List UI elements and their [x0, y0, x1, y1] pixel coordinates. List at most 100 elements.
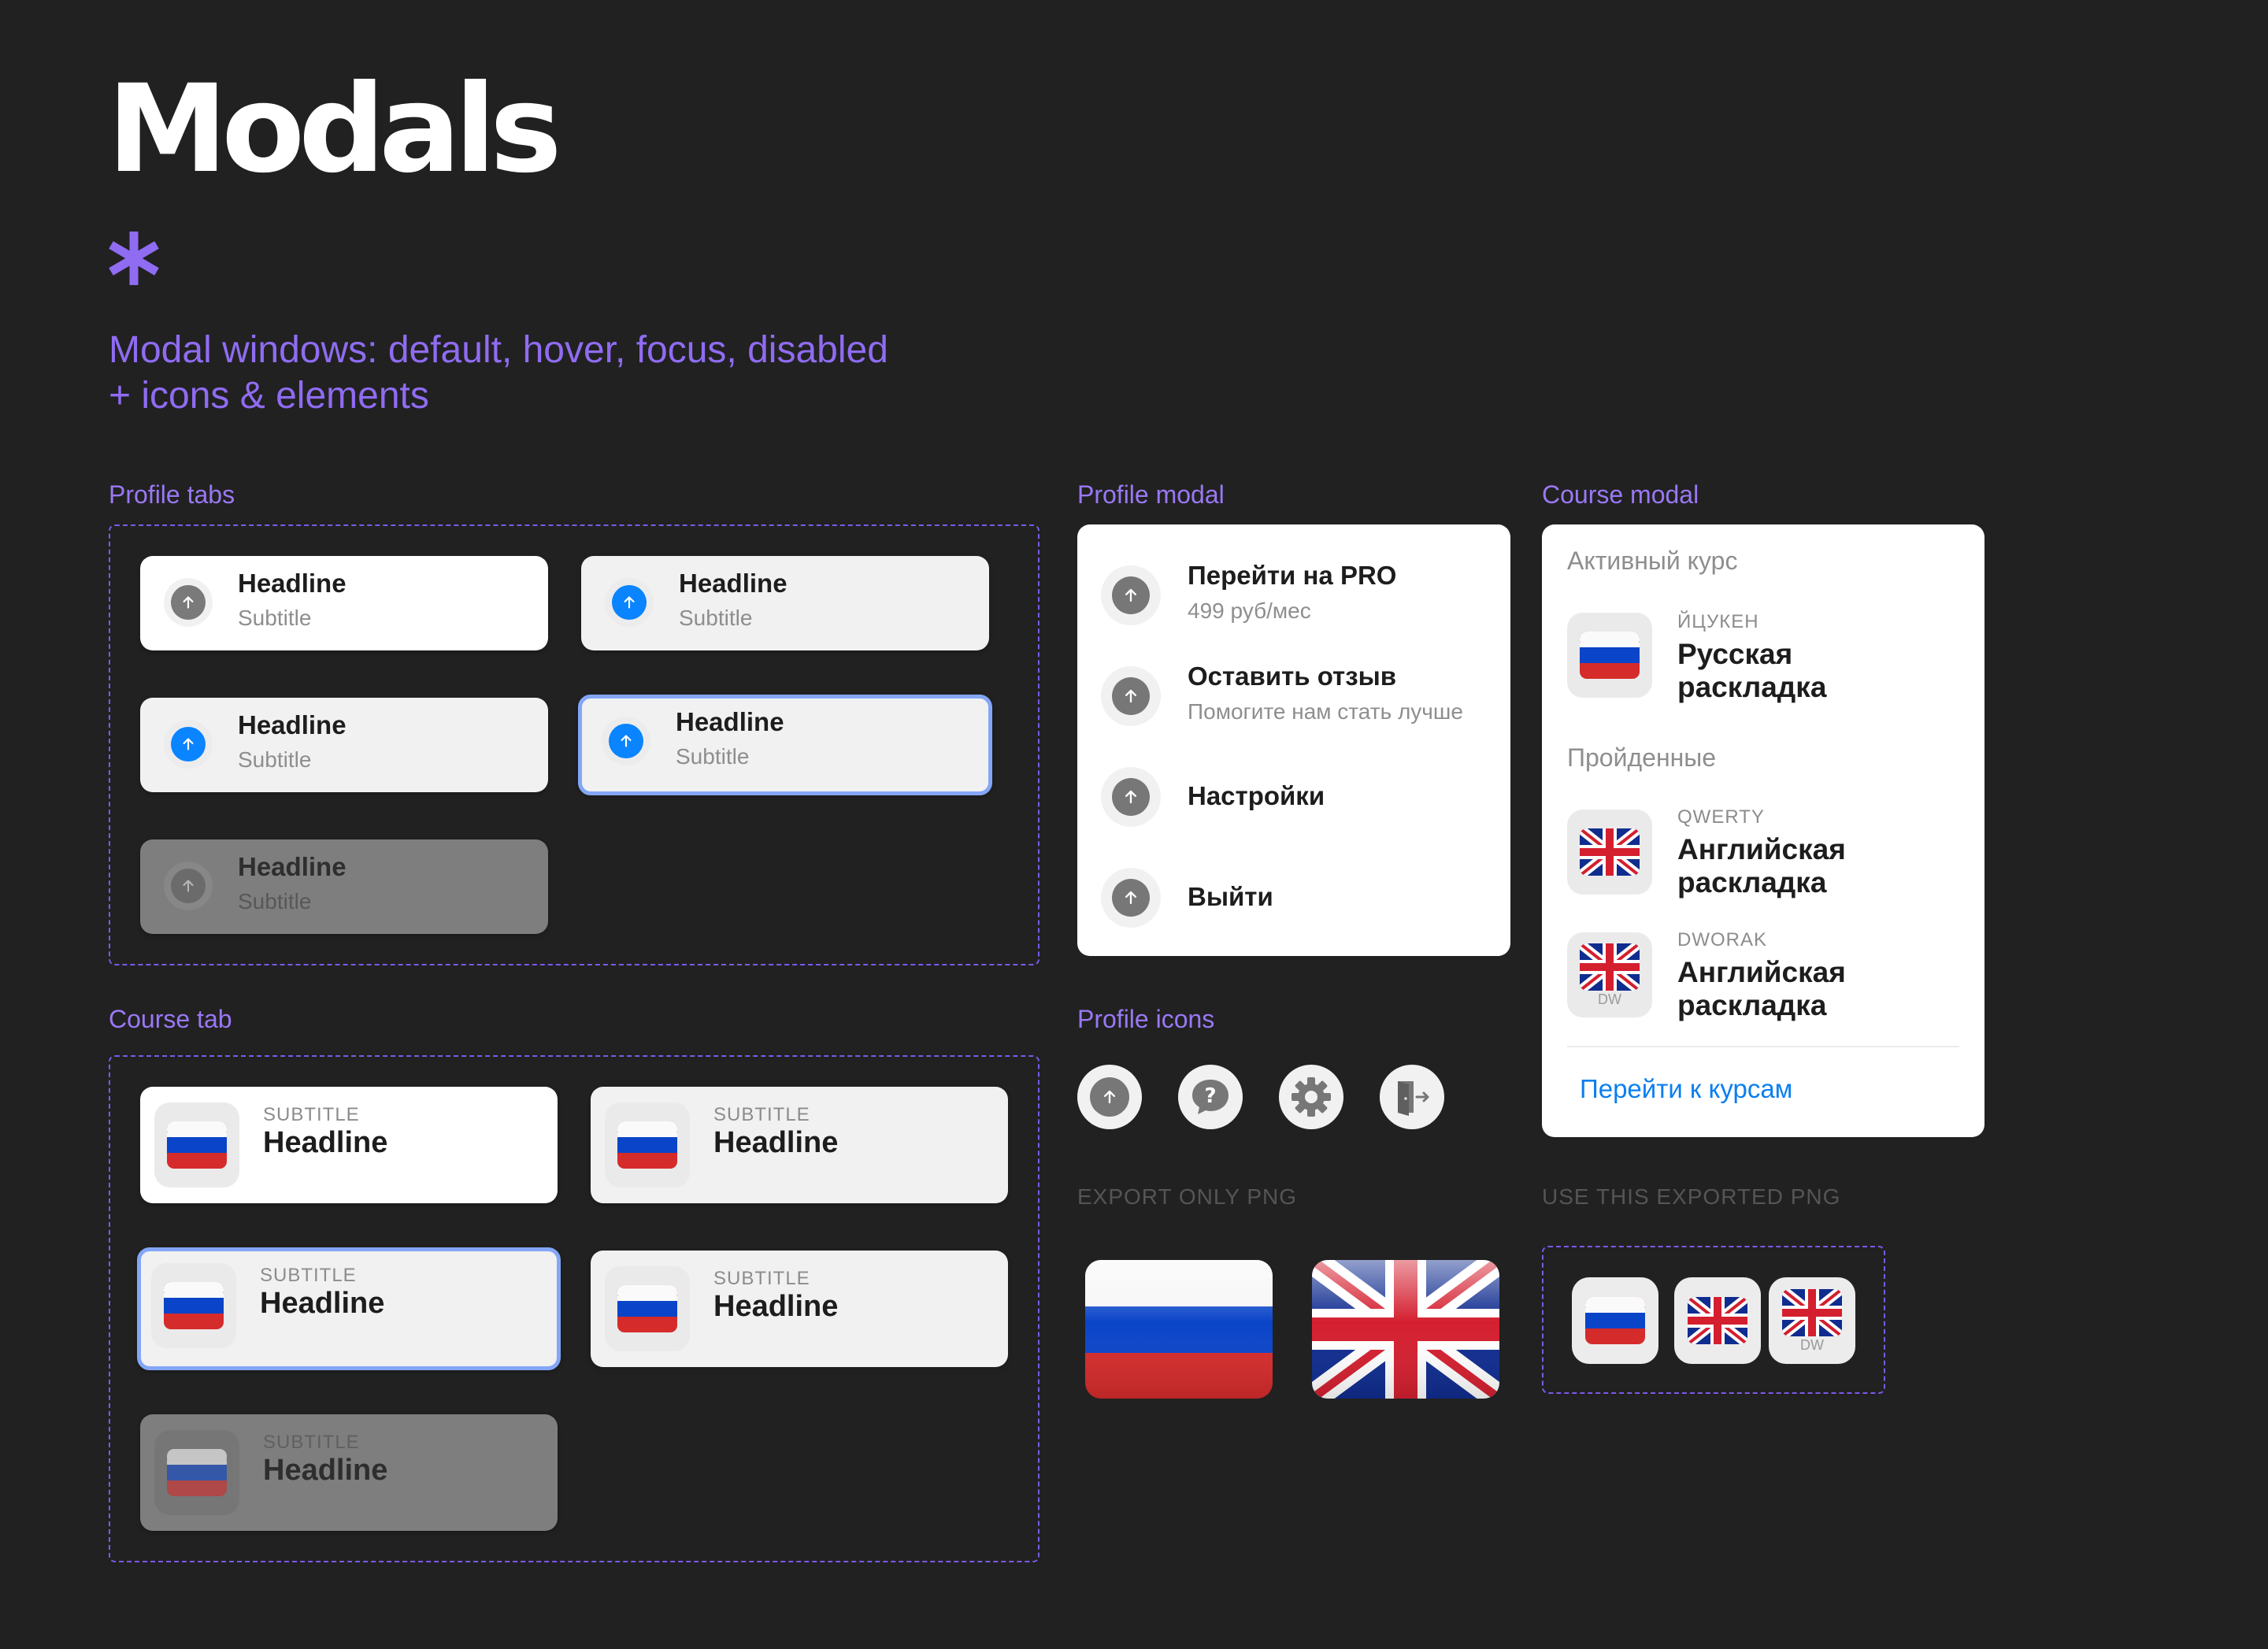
profile-tab-subtitle: Subtitle: [676, 744, 750, 769]
course-item-dworak[interactable]: DW DWORAK Английская раскладка: [1542, 923, 1984, 1033]
gear-icon-button[interactable]: [1279, 1065, 1343, 1129]
menu-item-feedback[interactable]: Оставить отзыв Помогите нам стать лучше: [1077, 625, 1510, 726]
arrow-up-icon: [619, 592, 639, 613]
course-tab-headline: Headline: [263, 1126, 388, 1159]
menu-item-settings[interactable]: Настройки: [1077, 726, 1510, 827]
svg-text:?: ?: [1204, 1084, 1216, 1108]
section-label-profile-icons: Profile icons: [1077, 1005, 1215, 1033]
course-title: Английская раскладка: [1677, 956, 1846, 1022]
ru-flag-icon: [1580, 632, 1640, 679]
profile-tab-headline: Headline: [238, 852, 346, 881]
course-tab-subtitle: SUBTITLE: [263, 1432, 360, 1453]
course-title-line-1: Русская: [1677, 638, 1793, 670]
menu-item-logout[interactable]: Выйти: [1077, 827, 1510, 928]
ru-flag-icon: [1585, 1297, 1645, 1344]
flag-tile: [605, 1266, 690, 1351]
section-label-course-tab: Course tab: [109, 1005, 232, 1033]
page-title: Modals: [107, 59, 562, 200]
profile-tab-subtitle: Subtitle: [238, 606, 312, 630]
ru-flag-icon: [167, 1449, 227, 1496]
chat-question-icon-button[interactable]: ?: [1178, 1065, 1243, 1129]
profile-tab-headline: Headline: [676, 707, 784, 736]
asterisk-icon: [109, 232, 159, 285]
flag-tile: [154, 1430, 239, 1515]
logout-icon-button[interactable]: [1380, 1065, 1444, 1129]
section-label-profile-tabs: Profile tabs: [109, 480, 235, 509]
profile-tab-disabled: Headline Subtitle: [140, 839, 548, 934]
course-item-russian[interactable]: ЙЦУКЕН Русская раскладка: [1542, 603, 1984, 713]
course-tab-headline: Headline: [713, 1290, 839, 1323]
flag-tile: [1567, 810, 1652, 895]
profile-modal: Перейти на PRO 499 руб/мес Оставить отзы…: [1077, 524, 1510, 956]
use-exported-png-label: USE THIS EXPORTED PNG: [1542, 1184, 1841, 1209]
ru-flag-tile: [1572, 1277, 1658, 1364]
arrow-up-icon: [1120, 685, 1142, 707]
dw-badge: DW: [1598, 991, 1621, 1007]
menu-item-subtitle: 499 руб/мес: [1188, 598, 1311, 623]
course-tab-subtitle: SUBTITLE: [713, 1268, 810, 1289]
profile-tab-subtitle: Subtitle: [238, 747, 312, 772]
export-only-png-label: EXPORT ONLY PNG: [1077, 1184, 1298, 1209]
course-title-line-1: Английская: [1677, 833, 1846, 865]
profile-tab-icon: [605, 578, 654, 627]
uk-flag-dw-icon: [1782, 1289, 1842, 1336]
menu-item-icon: [1101, 868, 1161, 928]
arrow-up-icon: [1120, 887, 1142, 909]
course-tab-headline: Headline: [260, 1287, 385, 1320]
arrow-up-icon: [178, 592, 198, 613]
course-tab-default[interactable]: SUBTITLE Headline: [140, 1087, 558, 1203]
profile-tab-hover-active[interactable]: Headline Subtitle: [140, 698, 548, 792]
profile-tab-icon: [164, 862, 213, 910]
menu-item-title: Оставить отзыв: [1188, 661, 1397, 691]
menu-item-subtitle: Помогите нам стать лучше: [1188, 699, 1463, 724]
course-layout-label: DWORAK: [1677, 929, 1767, 950]
profile-tab-headline: Headline: [238, 569, 346, 598]
profile-tab-focus[interactable]: Headline Subtitle: [578, 695, 992, 795]
profile-tab-headline: Headline: [679, 569, 788, 598]
flag-tile: [605, 1102, 690, 1188]
arrow-up-icon: [1120, 584, 1142, 606]
profile-tab-headline: Headline: [238, 710, 346, 739]
divider: [1567, 1046, 1959, 1047]
uk-flag-dw-icon: [1580, 943, 1640, 991]
menu-item-icon: [1101, 565, 1161, 625]
course-tab-hover[interactable]: SUBTITLE Headline: [591, 1087, 1008, 1203]
menu-item-go-pro[interactable]: Перейти на PRO 499 руб/мес: [1077, 524, 1510, 625]
course-title: Русская раскладка: [1677, 638, 1826, 704]
profile-tab-icon: [164, 578, 213, 627]
arrow-up-icon-button[interactable]: [1077, 1065, 1142, 1129]
menu-item-icon: [1101, 666, 1161, 726]
menu-item-icon: [1101, 767, 1161, 827]
menu-item-title: Перейти на PRO: [1188, 561, 1397, 590]
ru-flag-large-icon: [1085, 1260, 1273, 1399]
flag-tile: [1567, 613, 1652, 698]
uk-flag-icon: [1688, 1297, 1747, 1344]
description-line-2: + icons & elements: [109, 375, 429, 417]
course-title-line-2: раскладка: [1677, 866, 1827, 899]
go-to-courses-link[interactable]: Перейти к курсам: [1580, 1074, 1792, 1104]
ru-flag-icon: [617, 1285, 677, 1332]
course-layout-label: ЙЦУКЕН: [1677, 611, 1759, 632]
course-item-qwerty[interactable]: QWERTY Английская раскладка: [1542, 800, 1984, 910]
uk-flag-icon: [1580, 828, 1640, 876]
course-tab-hover-2[interactable]: SUBTITLE Headline: [591, 1251, 1008, 1367]
profile-tab-subtitle: Subtitle: [679, 606, 753, 630]
course-tab-headline: Headline: [263, 1454, 388, 1487]
section-label-course-modal: Course modal: [1542, 480, 1699, 509]
course-layout-label: QWERTY: [1677, 806, 1765, 828]
profile-tab-icon: [164, 720, 213, 769]
dw-badge: DW: [1800, 1337, 1824, 1353]
uk-flag-large-icon: [1312, 1260, 1499, 1399]
profile-tab-hover[interactable]: Headline Subtitle: [581, 556, 989, 650]
section-label-profile-modal: Profile modal: [1077, 480, 1225, 509]
active-course-heading: Активный курс: [1567, 547, 1738, 575]
course-tab-focus[interactable]: SUBTITLE Headline: [137, 1247, 561, 1370]
arrow-up-icon: [1120, 786, 1142, 808]
course-modal: Активный курс ЙЦУКЕН Русская раскладка П…: [1542, 524, 1984, 1137]
logout-door-icon: [1398, 1081, 1429, 1116]
profile-tab-subtitle: Subtitle: [238, 889, 312, 913]
profile-tab-default[interactable]: Headline Subtitle: [140, 556, 548, 650]
course-tab-subtitle: SUBTITLE: [260, 1265, 357, 1286]
arrow-up-icon: [178, 734, 198, 754]
gear-icon: [1292, 1077, 1331, 1117]
